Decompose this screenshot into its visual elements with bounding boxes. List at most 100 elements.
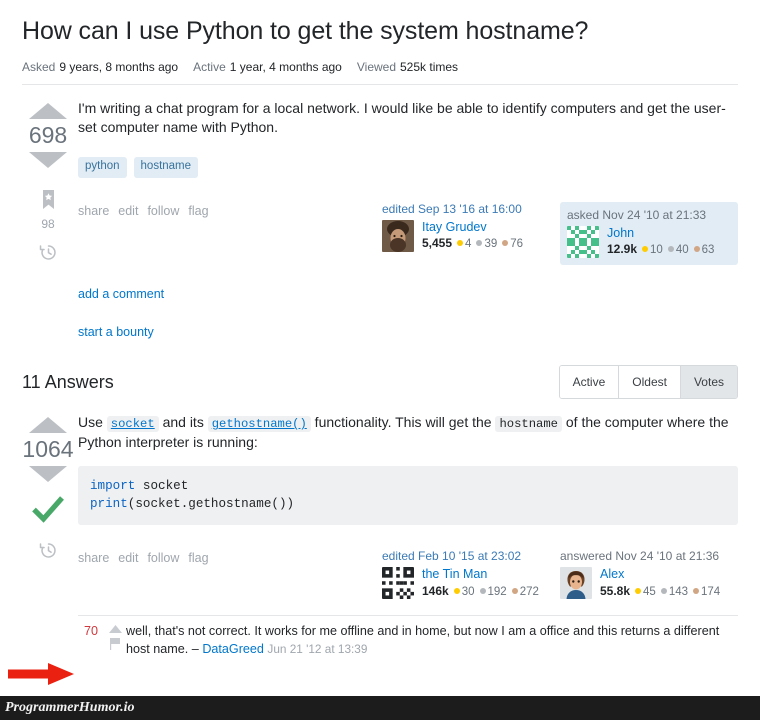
stat-viewed-value: 525k times <box>400 60 459 75</box>
start-bounty-link[interactable]: start a bounty <box>78 325 738 339</box>
question-editor-row: Itay Grudev 5,455 4 39 76 <box>382 219 560 252</box>
answer-owner-rep: 55.8k 45 143 174 <box>600 584 720 598</box>
bronze-badge-dot <box>511 587 518 594</box>
accepted-answer-indicator[interactable] <box>31 494 65 529</box>
bronze-badge-dot <box>693 246 700 253</box>
question-edited-date[interactable]: edited Sep 13 '16 at 16:00 <box>382 202 560 216</box>
editor-avatar-icon <box>382 219 414 252</box>
gold-badge-dot <box>457 240 464 247</box>
question-owner-card: asked Nov 24 '10 at 21:33 John 12.9k 10 … <box>560 201 738 265</box>
tab-votes[interactable]: Votes <box>680 366 737 399</box>
question-editor-name[interactable]: Itay Grudev <box>422 220 523 234</box>
silver-badge-count: 143 <box>668 585 689 598</box>
hostname-inline-code: hostname <box>495 416 562 433</box>
add-comment-link[interactable]: add a comment <box>78 287 738 301</box>
bookmark-control[interactable]: 98 <box>41 190 56 231</box>
flag-link[interactable]: flag <box>188 204 208 218</box>
watermark-text: ProgrammerHumor.io <box>5 700 135 715</box>
question-history-control[interactable] <box>39 243 58 267</box>
question-body-cell: I'm writing a chat program for a local n… <box>74 99 738 267</box>
bronze-badge-dot <box>693 587 700 594</box>
answer-owner-row: Alex 55.8k 45 143 174 <box>560 567 738 600</box>
gold-badge-dot <box>635 587 642 594</box>
silver-badge-count: 192 <box>487 585 507 598</box>
bookmark-icon[interactable] <box>41 190 56 210</box>
stat-active-label: Active <box>193 60 226 75</box>
comment-icons <box>104 623 126 658</box>
question-editor-rep: 5,455 4 39 76 <box>422 236 523 250</box>
history-clock-icon[interactable] <box>39 243 58 262</box>
bronze-badge-dot <box>502 240 509 247</box>
question-footer: share edit follow flag edited Sep 13 '16 at… <box>78 201 738 265</box>
question-post: 698 98 I'm writing a chat program for a … <box>22 85 738 267</box>
comment-score[interactable]: 70 <box>78 623 104 658</box>
answer-post: 1064 Use socket and its gethostname() fu… <box>22 399 738 600</box>
owner-photo-avatar-icon <box>560 567 592 600</box>
silver-badge-count: 40 <box>675 244 689 257</box>
answer-vote-cell: 1064 <box>22 413 74 599</box>
owner-identicon-icon <box>567 225 599 258</box>
tag-hostname[interactable]: hostname <box>133 157 199 178</box>
question-vote-count: 698 <box>28 122 68 149</box>
stat-active-value: 1 year, 4 months ago <box>229 60 342 75</box>
stat-viewed: Viewed 525k times <box>357 60 458 74</box>
avatar[interactable] <box>560 567 592 600</box>
socket-link[interactable]: socket <box>106 416 159 433</box>
code-line-1-rest: socket <box>135 478 189 493</box>
page-title: How can I use Python to get the system h… <box>22 17 589 45</box>
tab-active[interactable]: Active <box>559 366 620 399</box>
bronze-badge-count: 63 <box>701 244 715 257</box>
edit-link[interactable]: edit <box>118 204 138 218</box>
upvote-arrow-icon[interactable] <box>29 103 67 120</box>
checkmark-icon <box>32 496 64 524</box>
tag-python[interactable]: python <box>78 157 127 178</box>
tab-oldest[interactable]: Oldest <box>619 366 681 399</box>
answer-text-2: and its <box>158 414 208 431</box>
edit-link[interactable]: edit <box>118 551 138 565</box>
question-owner-rep: 12.9k 10 40 63 <box>607 242 714 256</box>
answer-footer: share edit follow flag edited Feb 10 '15 at… <box>78 549 738 600</box>
answer-editor-name[interactable]: the Tin Man <box>422 567 539 581</box>
answer-owner-name[interactable]: Alex <box>600 567 720 581</box>
share-link[interactable]: share <box>78 551 109 565</box>
comment-upvote-arrow-icon[interactable] <box>108 625 122 634</box>
answer-editor-rep-value: 146k <box>422 583 449 598</box>
question-tags: python hostname <box>78 157 738 178</box>
stat-viewed-label: Viewed <box>356 60 396 75</box>
answers-header: 11 Answers Active Oldest Votes <box>22 365 738 400</box>
question-editor-rep-value: 5,455 <box>422 236 453 251</box>
question-owner-rep-value: 12.9k <box>607 242 638 257</box>
history-clock-icon[interactable] <box>39 541 58 560</box>
comment-flag-icon[interactable] <box>109 638 121 651</box>
comment-text: well, that's not correct. It works for m… <box>126 623 738 658</box>
answer-body-text: Use socket and its gethostname() functio… <box>78 413 738 452</box>
comment-row: 70 well, that's not correct. It works fo… <box>78 616 738 662</box>
answer-editor-row: the Tin Man 146k 30 192 272 <box>382 567 560 600</box>
answer-editor-badges: 30 192 272 <box>449 586 539 598</box>
follow-link[interactable]: follow <box>147 204 179 218</box>
flag-link[interactable]: flag <box>188 551 208 565</box>
follow-link[interactable]: follow <box>147 551 179 565</box>
stat-asked-value: 9 years, 8 months ago <box>59 60 179 75</box>
footer-spacer <box>218 202 382 265</box>
answer-history-control[interactable] <box>39 541 58 565</box>
answer-text-1: Use <box>78 414 107 431</box>
question-vote-cell: 698 98 <box>22 99 74 267</box>
answer-comments: 70 well, that's not correct. It works fo… <box>78 615 738 662</box>
downvote-arrow-icon[interactable] <box>29 466 67 483</box>
answer-edited-date[interactable]: edited Feb 10 '15 at 23:02 <box>382 549 560 563</box>
share-link[interactable]: share <box>78 204 109 218</box>
upvote-arrow-icon[interactable] <box>29 417 67 434</box>
editor-qr-avatar-icon <box>382 567 414 600</box>
red-arrow-icon <box>8 663 74 685</box>
downvote-arrow-icon[interactable] <box>29 152 67 169</box>
answer-editor-card: edited Feb 10 '15 at 23:02 the Tin Man 1… <box>382 549 560 600</box>
comment-author[interactable]: DataGreed <box>202 642 264 656</box>
avatar[interactable] <box>382 219 414 252</box>
question-owner-row: John 12.9k 10 40 63 <box>567 225 731 258</box>
question-owner-name[interactable]: John <box>607 226 714 240</box>
stat-asked-label: Asked <box>22 60 56 75</box>
gethostname-link[interactable]: gethostname() <box>207 416 311 433</box>
avatar[interactable] <box>567 225 599 258</box>
avatar[interactable] <box>382 567 414 600</box>
